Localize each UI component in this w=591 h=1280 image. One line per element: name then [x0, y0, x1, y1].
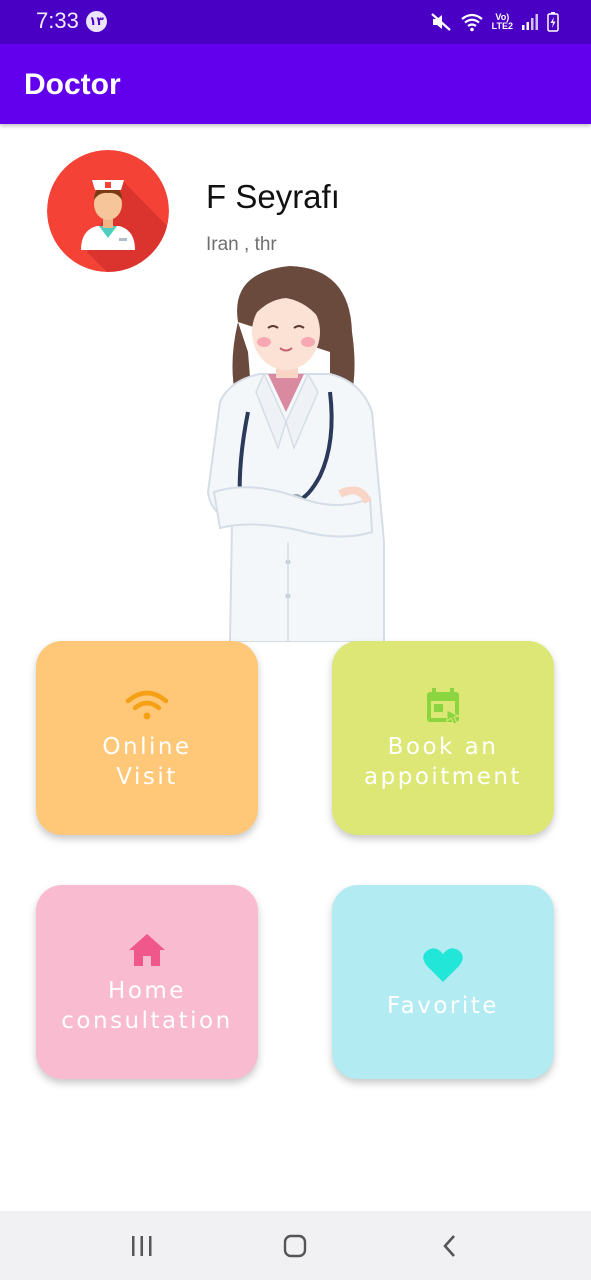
status-icons: Vo) LTE2	[430, 10, 559, 34]
status-time: 7:33	[36, 8, 79, 33]
network-type: Vo) LTE2	[491, 12, 513, 31]
profile-location: Iran , thr	[206, 234, 277, 255]
wifi-status-icon	[460, 12, 484, 32]
notification-badge: ١٣	[86, 11, 107, 32]
doctor-illustration	[190, 262, 400, 643]
mute-icon	[430, 12, 452, 32]
home-icon	[125, 928, 169, 972]
heart-icon	[421, 943, 465, 987]
book-appointment-label: Book an appoitment	[364, 734, 522, 790]
home-button[interactable]	[275, 1231, 315, 1261]
recent-apps-button[interactable]	[122, 1231, 162, 1261]
app-title: Doctor	[24, 68, 121, 101]
favorite-label: Favorite	[387, 993, 499, 1019]
home-consultation-card[interactable]: Home consultation	[36, 885, 258, 1079]
home-consultation-label: Home consultation	[61, 978, 233, 1034]
online-visit-label: Online Visit	[102, 734, 192, 790]
app-bar: Doctor	[0, 44, 591, 124]
calendar-icon	[421, 684, 465, 728]
signal-icon	[521, 13, 539, 31]
book-appointment-card[interactable]: Book an appoitment	[332, 641, 554, 835]
profile-name: F Seyrafı	[206, 178, 340, 215]
wifi-icon	[125, 684, 169, 728]
back-button[interactable]	[430, 1231, 470, 1261]
status-bar: 7:33 ١٣ Vo) LTE2	[0, 0, 591, 44]
favorite-card[interactable]: Favorite	[332, 885, 554, 1079]
system-nav-bar	[0, 1211, 591, 1280]
nurse-avatar-icon	[47, 150, 169, 272]
battery-icon	[547, 12, 559, 32]
online-visit-card[interactable]: Online Visit	[36, 641, 258, 835]
